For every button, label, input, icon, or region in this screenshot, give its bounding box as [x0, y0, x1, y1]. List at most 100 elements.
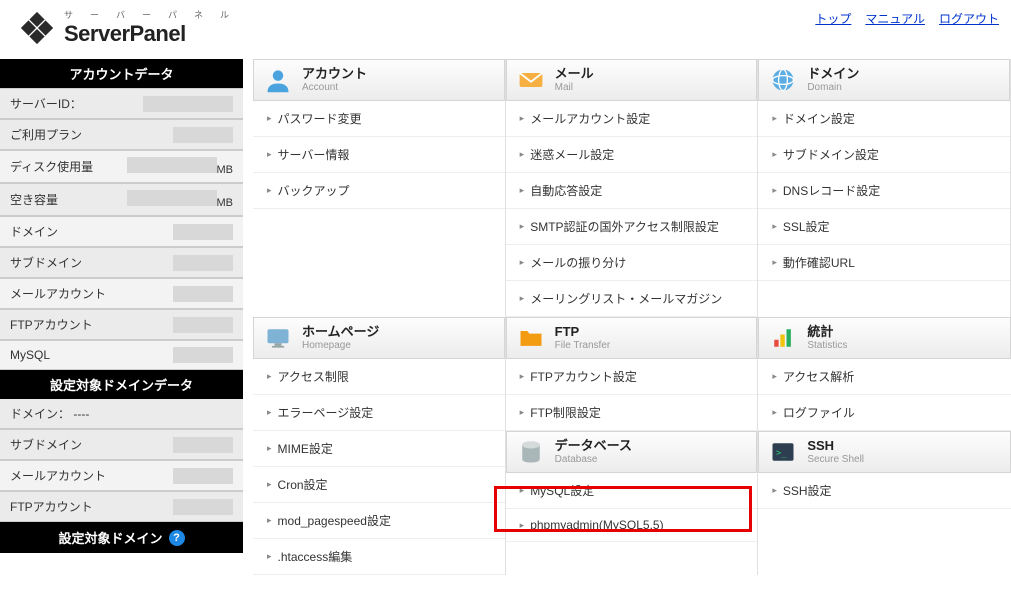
- subdomain-count-label: サブドメイン: [10, 254, 82, 271]
- mail-count-label: メールアカウント: [10, 285, 106, 302]
- arrow-icon: ▸: [267, 149, 272, 160]
- link-dns-record[interactable]: ▸DNSレコード設定: [758, 173, 1010, 209]
- logo: サ ー バ ー パ ネ ル ServerPanel: [18, 8, 233, 47]
- arrow-icon: ▸: [772, 485, 777, 496]
- link-logout[interactable]: ログアウト: [939, 10, 999, 27]
- link-ssh-settings[interactable]: ▸SSH設定: [758, 473, 1011, 509]
- plan-label: ご利用プラン: [10, 126, 82, 143]
- arrow-icon: ▸: [267, 551, 272, 562]
- link-pagespeed[interactable]: ▸mod_pagespeed設定: [253, 503, 505, 539]
- globe-icon: [769, 66, 797, 94]
- section-ftp-head: FTPFile Transfer: [506, 317, 758, 359]
- t-subdomain-value: [173, 437, 233, 453]
- link-spam[interactable]: ▸迷惑メール設定: [506, 137, 758, 173]
- arrow-icon: ▸: [772, 257, 777, 268]
- disk-unit: MB: [217, 164, 234, 176]
- link-ftp-account[interactable]: ▸FTPアカウント設定: [506, 359, 758, 395]
- plan-value: [173, 127, 233, 143]
- sidebar-footer[interactable]: 設定対象ドメイン ?: [0, 522, 243, 553]
- section-domain: ドメインDomain ▸ドメイン設定 ▸サブドメイン設定 ▸DNSレコード設定 …: [758, 59, 1011, 317]
- arrow-icon: ▸: [520, 371, 525, 382]
- arrow-icon: ▸: [520, 520, 525, 531]
- t-ftp-label: FTPアカウント: [10, 498, 93, 515]
- folder-icon: [517, 324, 545, 352]
- sidebar-footer-label: 設定対象ドメイン: [58, 528, 162, 547]
- arrow-icon: ▸: [520, 407, 525, 418]
- link-mailinglist[interactable]: ▸メーリングリスト・メールマガジン: [506, 281, 758, 317]
- section-account: アカウントAccount ▸パスワード変更 ▸サーバー情報 ▸バックアップ: [253, 59, 506, 317]
- database-icon: [517, 438, 545, 466]
- arrow-icon: ▸: [772, 185, 777, 196]
- arrow-icon: ▸: [267, 515, 272, 526]
- link-cron[interactable]: ▸Cron設定: [253, 467, 505, 503]
- disk-label: ディスク使用量: [10, 158, 93, 175]
- t-ftp-value: [173, 499, 233, 515]
- link-access-restrict[interactable]: ▸アクセス制限: [253, 359, 505, 395]
- mail-icon: [517, 66, 545, 94]
- link-logfile[interactable]: ▸ログファイル: [758, 395, 1011, 431]
- target-domain-row: ドメイン： ----: [0, 399, 243, 429]
- free-unit: MB: [217, 197, 234, 209]
- link-errorpage[interactable]: ▸エラーページ設定: [253, 395, 505, 431]
- arrow-icon: ▸: [267, 479, 272, 490]
- link-ssl-settings[interactable]: ▸SSL設定: [758, 209, 1010, 245]
- link-manual[interactable]: マニュアル: [865, 10, 925, 27]
- arrow-icon: ▸: [520, 257, 525, 268]
- section-db-head: データベースDatabase: [506, 431, 758, 473]
- arrow-icon: ▸: [520, 149, 525, 160]
- link-phpmyadmin[interactable]: ▸phpmyadmin(MySQL5.5): [506, 509, 758, 542]
- link-check-url[interactable]: ▸動作確認URL: [758, 245, 1010, 281]
- link-password-change[interactable]: ▸パスワード変更: [253, 101, 505, 137]
- link-subdomain-settings[interactable]: ▸サブドメイン設定: [758, 137, 1010, 173]
- arrow-icon: ▸: [520, 293, 525, 304]
- arrow-icon: ▸: [772, 407, 777, 418]
- subdomain-count-value: [173, 255, 233, 271]
- link-top[interactable]: トップ: [815, 10, 851, 27]
- link-htaccess[interactable]: ▸.htaccess編集: [253, 539, 505, 575]
- arrow-icon: ▸: [520, 185, 525, 196]
- arrow-icon: ▸: [520, 221, 525, 232]
- section-mail: メールMail ▸メールアカウント設定 ▸迷惑メール設定 ▸自動応答設定 ▸SM…: [506, 59, 759, 317]
- free-value: [127, 190, 217, 206]
- link-mail-filter[interactable]: ▸メールの振り分け: [506, 245, 758, 281]
- server-id-label: サーバーID：: [10, 95, 82, 112]
- page-header: サ ー バ ー パ ネ ル ServerPanel トップ マニュアル ログアウ…: [0, 0, 1011, 59]
- t-subdomain-label: サブドメイン: [10, 436, 82, 453]
- section-homepage-head: ホームページHomepage: [253, 317, 505, 359]
- link-backup[interactable]: ▸バックアップ: [253, 173, 505, 209]
- logo-title: ServerPanel: [64, 21, 233, 47]
- arrow-icon: ▸: [772, 371, 777, 382]
- arrow-icon: ▸: [772, 221, 777, 232]
- link-server-info[interactable]: ▸サーバー情報: [253, 137, 505, 173]
- link-domain-settings[interactable]: ▸ドメイン設定: [758, 101, 1010, 137]
- arrow-icon: ▸: [267, 443, 272, 454]
- arrow-icon: ▸: [520, 113, 525, 124]
- arrow-icon: ▸: [772, 113, 777, 124]
- section-ssh-head: >_ SSHSecure Shell: [758, 431, 1011, 473]
- free-label: 空き容量: [10, 191, 58, 208]
- link-autoresponder[interactable]: ▸自動応答設定: [506, 173, 758, 209]
- help-icon[interactable]: ?: [169, 530, 185, 546]
- content: アカウントAccount ▸パスワード変更 ▸サーバー情報 ▸バックアップ メー…: [243, 59, 1011, 575]
- section-stats-ssh: 統計Statistics ▸アクセス解析 ▸ログファイル >_ SSHSecur…: [758, 317, 1011, 575]
- arrow-icon: ▸: [267, 185, 272, 196]
- link-mail-account[interactable]: ▸メールアカウント設定: [506, 101, 758, 137]
- domain-count-value: [173, 224, 233, 240]
- domain-count-label: ドメイン: [10, 223, 58, 240]
- link-ftp-restrict[interactable]: ▸FTP制限設定: [506, 395, 758, 431]
- section-account-head: アカウントAccount: [253, 59, 505, 101]
- ftp-count-value: [173, 317, 233, 333]
- t-mail-value: [173, 468, 233, 484]
- terminal-icon: >_: [769, 438, 797, 466]
- logo-icon: [18, 9, 56, 47]
- user-icon: [264, 66, 292, 94]
- link-mime[interactable]: ▸MIME設定: [253, 431, 505, 467]
- header-links: トップ マニュアル ログアウト: [815, 8, 999, 27]
- arrow-icon: ▸: [267, 113, 272, 124]
- section-homepage: ホームページHomepage ▸アクセス制限 ▸エラーページ設定 ▸MIME設定…: [253, 317, 506, 575]
- link-smtp-restrict[interactable]: ▸SMTP認証の国外アクセス制限設定: [506, 209, 758, 245]
- logo-subtitle: サ ー バ ー パ ネ ル: [64, 8, 233, 21]
- link-access-analysis[interactable]: ▸アクセス解析: [758, 359, 1011, 395]
- t-mail-label: メールアカウント: [10, 467, 106, 484]
- link-mysql-settings[interactable]: ▸MySQL設定: [506, 473, 758, 509]
